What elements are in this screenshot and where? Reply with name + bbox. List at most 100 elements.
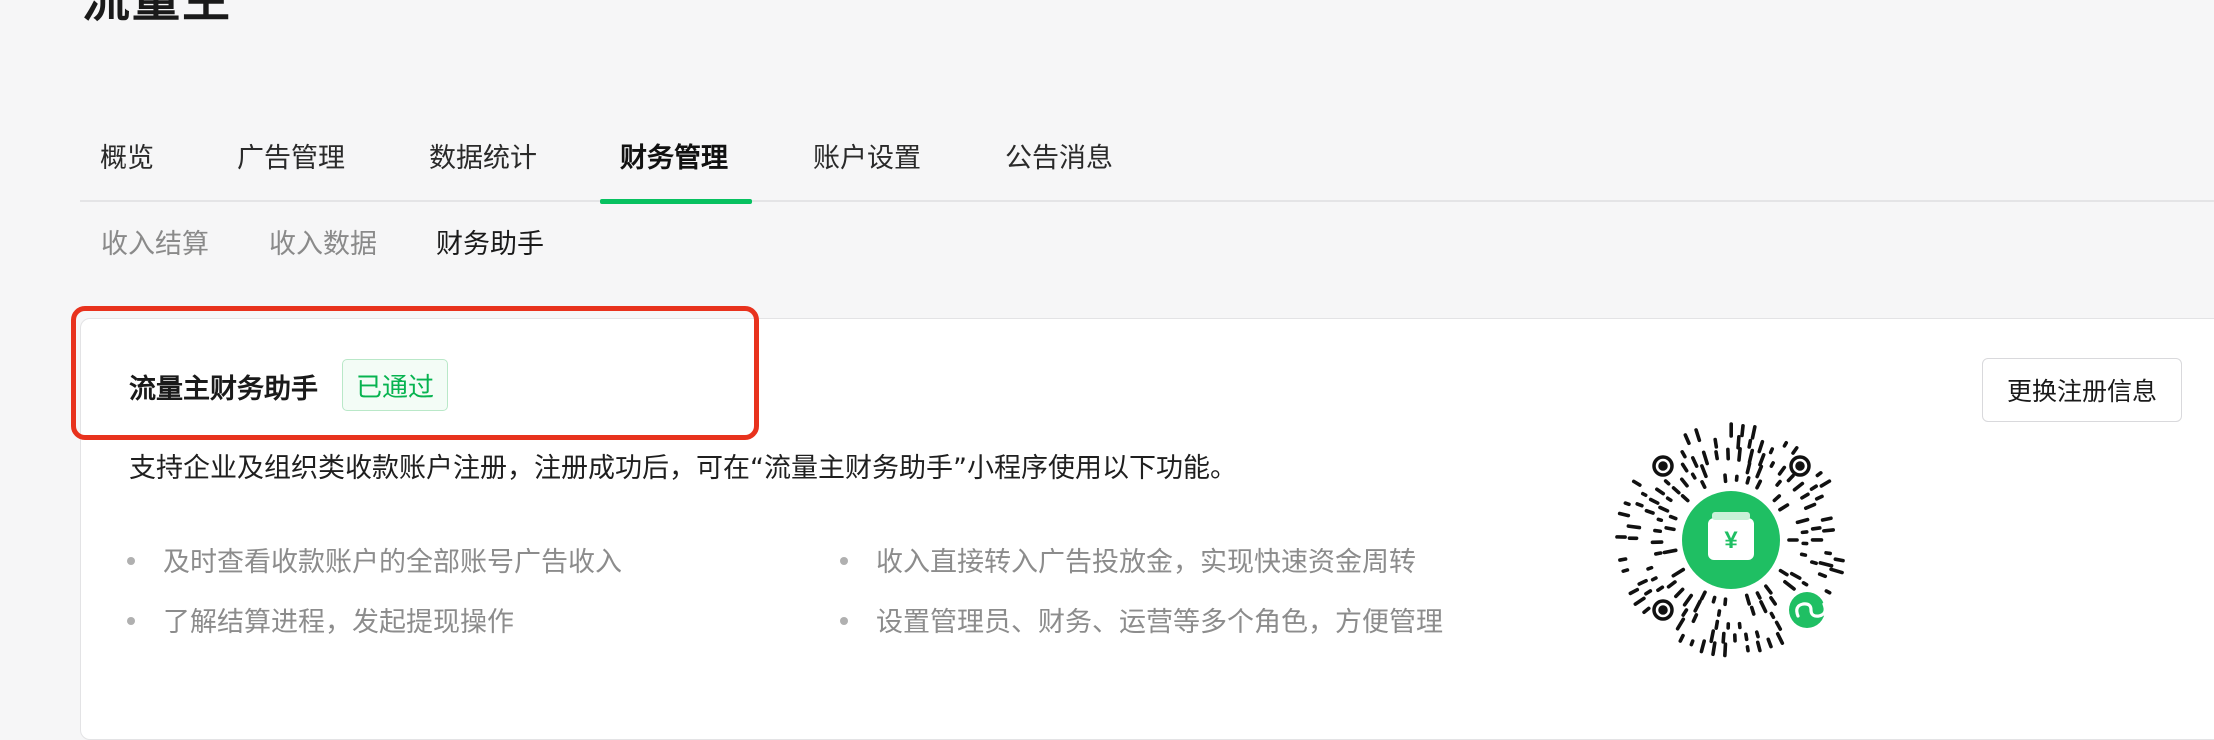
qr-dash [1680,636,1683,641]
qr-dash [1725,644,1726,655]
qr-dash [1753,427,1755,438]
qr-dash [1771,463,1773,466]
qr-dash [1674,488,1679,493]
qr-dash [1792,574,1800,578]
qr-dash [1826,553,1830,554]
qr-dash [1696,430,1699,440]
qr-dash [1831,569,1842,572]
tab-data-statistics[interactable]: 数据统计 [429,136,537,175]
qr-dash [1777,482,1780,485]
qr-dash [1802,494,1808,498]
feature-item: 了解结算进程，发起提现操作 [127,600,514,639]
qr-dash [1685,435,1689,443]
qr-dash [1693,458,1697,466]
qr-dash [1695,601,1700,611]
qr-dash [1678,619,1684,628]
qr-dash [1793,448,1797,453]
qr-dash [1774,496,1779,500]
mini-program-qr-code: ¥ [1610,420,1860,670]
qr-dash [1760,455,1764,465]
qr-dash [1759,442,1762,452]
qr-dash [1702,482,1705,487]
feature-item: 收入直接转入广告投放金，实现快速资金周转 [840,540,1416,579]
qr-dash [1651,500,1658,504]
qr-dash [1702,592,1705,599]
qr-dash [1669,582,1675,587]
qr-dash [1693,615,1696,621]
assistant-description: 支持企业及组织类收款账户注册，注册成功后，可在“流量主财务助手”小程序使用以下功… [129,446,1237,485]
qr-dash [1683,610,1686,615]
qr-dash [1738,437,1739,448]
qr-dash [1824,530,1833,531]
qr-dash [1777,622,1781,629]
qr-dash [1781,571,1787,575]
qr-dash [1715,440,1716,447]
subtab-income-settlement[interactable]: 收入结算 [101,222,209,261]
svg-text:¥: ¥ [1724,527,1738,554]
tab-ad-management[interactable]: 广告管理 [237,136,345,175]
qr-dash [1761,602,1766,611]
qr-dash [1666,481,1669,484]
qr-dash [1752,607,1754,614]
qr-dash [1794,484,1802,490]
qr-dash [1742,426,1743,436]
qr-dash [1683,496,1688,501]
qr-dash [1682,452,1685,457]
feature-item: 设置管理员、财务、运营等多个角色，方便管理 [840,600,1443,639]
qr-dash [1655,531,1660,532]
bullet-dot [127,557,135,565]
qr-dash [1757,481,1760,487]
qr-dash [1634,481,1640,485]
qr-dash [1623,570,1627,571]
qr-dash [1788,476,1793,481]
qr-dash [1780,505,1788,510]
qr-dash [1771,614,1773,618]
qr-dash [1646,511,1653,513]
subtab-finance-assistant[interactable]: 财务助手 [436,222,544,261]
qr-dash [1682,479,1687,485]
tab-overview[interactable]: 概览 [100,136,154,175]
qr-dash [1771,449,1773,452]
qr-dash [1676,589,1683,596]
qr-dash [1757,593,1759,598]
change-registration-button[interactable]: 更换注册信息 [1982,358,2182,422]
qr-dash [1713,643,1715,654]
qr-dash [1668,498,1671,500]
qr-dash [1747,647,1748,651]
subtab-income-data[interactable]: 收入数据 [269,222,377,261]
qr-dash [1806,504,1815,508]
qr-dash [1747,464,1749,473]
page-title: 流量主 [82,0,232,28]
bullet-dot [840,617,848,625]
qr-dash [1739,449,1740,460]
qr-dash [1758,642,1760,650]
qr-dash [1785,582,1794,589]
qr-dash [1746,634,1747,639]
qr-dash [1625,503,1629,504]
tab-announcements[interactable]: 公告消息 [1005,136,1113,175]
qr-dash [1620,514,1629,516]
qr-dash [1673,570,1683,576]
qr-dash [1693,474,1695,478]
qr-dash [1797,520,1807,523]
qr-dash [1628,526,1639,527]
qr-dash [1704,452,1707,463]
qr-dash [1660,507,1668,510]
qr-dash [1757,467,1761,477]
tab-finance-management[interactable]: 财务管理 [620,136,728,175]
qr-dash [1719,611,1720,615]
qr-dash [1725,475,1726,481]
active-tab-indicator [600,199,752,204]
tab-account-settings[interactable]: 账户设置 [813,136,921,175]
bullet-dot [127,617,135,625]
qr-dash [1637,504,1642,506]
qr-dash [1835,559,1843,560]
bullet-dot [840,557,848,565]
qr-dash [1713,598,1714,602]
qr-dash [1817,473,1820,476]
main-tab-bar: 概览 广告管理 数据统计 财务管理 账户设置 公告消息 [80,122,2214,202]
qr-dash [1778,634,1783,643]
qr-dash [1646,591,1650,594]
qr-dash [1747,595,1749,604]
qr-dash [1747,478,1748,483]
